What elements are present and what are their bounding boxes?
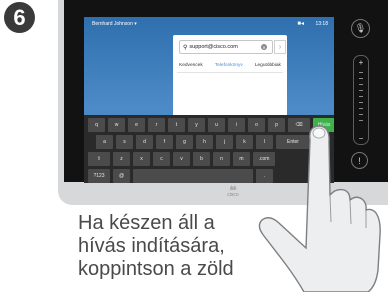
keyboard-key[interactable]: u — [208, 118, 225, 132]
volume-tick — [359, 72, 363, 73]
keyboard-key[interactable]: i — [228, 118, 245, 132]
keyboard-key[interactable]: ⇧ — [88, 152, 110, 166]
search-icon: ⚲ — [183, 44, 188, 51]
keyboard-key[interactable]: t — [168, 118, 185, 132]
keyboard-key[interactable]: n — [213, 152, 230, 166]
status-bar: Bernhard Johnson ▾ ■◂ 13:18 — [84, 17, 334, 30]
cisco-logo-text: cisco — [227, 192, 239, 198]
camera-icon[interactable]: ■◂ — [297, 20, 304, 27]
tab-favorites[interactable]: Kedvencek — [179, 63, 203, 68]
keyboard-key[interactable]: c — [153, 152, 170, 166]
keyboard-key[interactable]: x — [133, 152, 150, 166]
search-field[interactable]: ⚲ support@cisco.com ✕ — [179, 40, 273, 54]
keyboard-key[interactable]: w — [108, 118, 125, 132]
keyboard-key[interactable]: j — [216, 135, 233, 149]
keyboard-key[interactable]: r — [148, 118, 165, 132]
user-name[interactable]: Bernhard Johnson ▾ — [92, 21, 137, 27]
pointing-hand-icon — [258, 125, 381, 292]
keyboard-key[interactable]: d — [136, 135, 153, 149]
keyboard-key[interactable]: a — [96, 135, 113, 149]
search-go-button[interactable]: › — [274, 40, 286, 54]
keyboard-key[interactable]: ?123 — [88, 169, 110, 183]
keyboard-key[interactable]: b — [193, 152, 210, 166]
tab-divider — [177, 72, 283, 73]
volume-tick — [359, 90, 363, 91]
volume-tick — [359, 78, 363, 79]
keyboard-key[interactable]: @ — [113, 169, 130, 183]
keyboard-key[interactable]: q — [88, 118, 105, 132]
cisco-logo: ılıılı cisco — [213, 186, 253, 198]
keyboard-key[interactable]: v — [173, 152, 190, 166]
keyboard-key[interactable]: z — [113, 152, 130, 166]
clock: 13:18 — [315, 20, 328, 27]
keyboard-key[interactable]: e — [128, 118, 145, 132]
keyboard-key[interactable]: m — [233, 152, 250, 166]
keyboard-key[interactable]: y — [188, 118, 205, 132]
volume-tick — [359, 96, 363, 97]
keyboard-key[interactable]: s — [116, 135, 133, 149]
keyboard-key[interactable]: g — [176, 135, 193, 149]
clear-icon[interactable]: ✕ — [261, 44, 267, 50]
keyboard-key[interactable]: f — [156, 135, 173, 149]
tab-recents[interactable]: Legutóbbiak — [255, 63, 281, 68]
space-key[interactable] — [133, 169, 253, 183]
tab-bar: Kedvencek Telefonkönyv Legutóbbiak — [173, 63, 287, 68]
keyboard-key[interactable]: h — [196, 135, 213, 149]
step-number-badge: 6 — [4, 2, 35, 33]
search-input[interactable]: support@cisco.com — [189, 44, 237, 50]
microphone-icon[interactable]: 🎙︎ — [351, 19, 370, 38]
volume-tick — [359, 84, 363, 85]
volume-plus[interactable]: + — [354, 58, 368, 67]
tab-directory[interactable]: Telefonkönyv — [215, 63, 243, 68]
